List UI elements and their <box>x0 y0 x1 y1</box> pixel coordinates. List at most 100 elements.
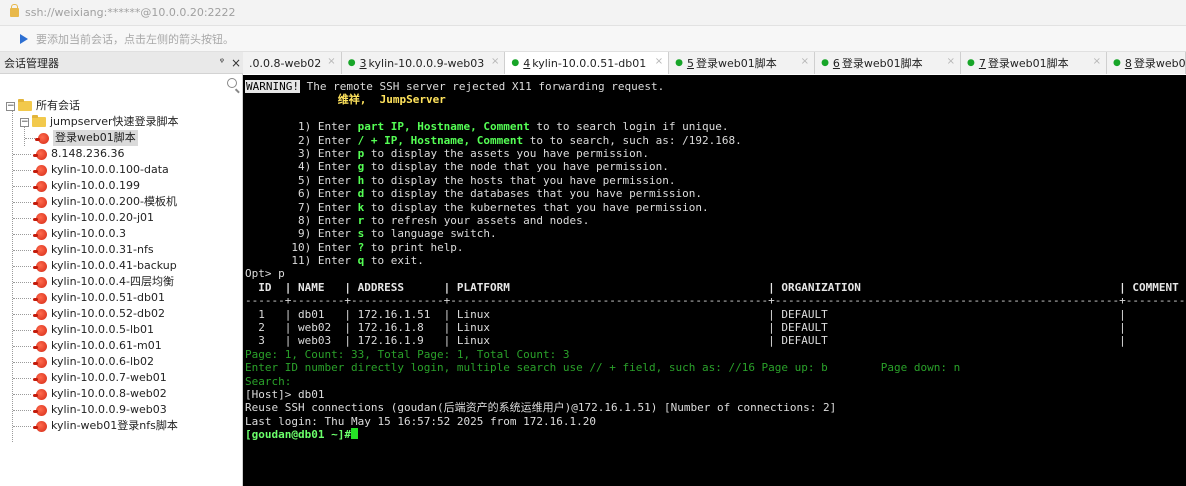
close-tab-icon[interactable]: × <box>947 56 955 67</box>
host-prompt-line: [Host]> db01 <box>245 387 325 401</box>
menu-text: to to search, such as: /192.168. <box>523 133 742 147</box>
tree-item-label: kylin-10.0.0.7-web01 <box>51 371 167 384</box>
session-tab[interactable]: ● 5 登录web01脚本 × <box>669 52 816 74</box>
tab-label: kylin-10.0.0.51-db01 <box>532 56 647 70</box>
tree-item-session[interactable]: kylin-10.0.0.5-lb01 <box>33 322 155 338</box>
session-icon <box>33 340 47 352</box>
menu-line: 3) Enter p to display the assets you hav… <box>245 147 1186 160</box>
lock-icon <box>10 4 19 17</box>
tree-item-session[interactable]: kylin-10.0.0.7-web01 <box>33 370 167 386</box>
close-panel-icon[interactable]: × <box>229 56 243 70</box>
tree-folder-jumpserver[interactable]: − jumpserver快速登录脚本 <box>20 114 179 130</box>
terminal[interactable]: WARNING! The remote SSH server rejected … <box>243 75 1186 486</box>
tree-item-label: kylin-10.0.0.41-backup <box>51 259 177 272</box>
session-tab[interactable]: ● 6 登录web01脚本 × <box>815 52 962 74</box>
tab-label: .0.0.8-web02 <box>249 56 322 70</box>
tree-item-session[interactable]: kylin-10.0.0.9-web03 <box>33 402 167 418</box>
tree-item-session[interactable]: kylin-10.0.0.100-data <box>33 162 169 178</box>
session-icon <box>33 180 47 192</box>
menu-text: 1) Enter <box>245 120 358 134</box>
tree-item-session[interactable]: kylin-10.0.0.200-模板机 <box>33 194 177 210</box>
tree-item-label: 登录web01脚本 <box>53 130 138 146</box>
menu-line: 11) Enter q to exit. <box>245 254 1186 267</box>
tree-item-session[interactable]: kylin-10.0.0.31-nfs <box>33 242 154 258</box>
tree-item-session[interactable]: 8.148.236.36 <box>33 146 124 162</box>
session-search-row[interactable] <box>0 74 242 94</box>
greeting-line: 维祥, JumpServer <box>245 93 446 107</box>
connected-status-icon: ● <box>1113 58 1121 68</box>
tree-branch <box>13 330 31 331</box>
reuse-connection-line: Reuse SSH connections (goudan(后端资产的系统运维用… <box>245 401 837 415</box>
session-icon <box>33 276 47 288</box>
tree-item-label: kylin-10.0.0.4-四层均衡 <box>51 275 174 288</box>
session-icon <box>33 196 47 208</box>
warning-tag: WARNING! <box>245 80 300 93</box>
session-icon <box>33 324 47 336</box>
connected-status-icon: ● <box>347 58 356 68</box>
tree-branch <box>13 250 31 251</box>
tree-root-label: 所有会话 <box>36 99 80 112</box>
shell-prompt-line[interactable]: [goudan@db01 ~]# <box>245 428 1186 441</box>
tree-branch <box>13 186 31 187</box>
search-icon[interactable] <box>227 78 237 88</box>
tab-number: 6 <box>832 56 840 70</box>
session-tab[interactable]: ● 8 登录web0 <box>1107 52 1186 74</box>
address-bar[interactable]: ssh://weixiang:******@10.0.0.20:2222 <box>0 0 1186 26</box>
menu-line: 2) Enter / + IP, Hostname, Comment to to… <box>245 134 1186 147</box>
close-tab-icon[interactable]: × <box>655 56 663 67</box>
collapse-icon[interactable]: − <box>6 101 15 111</box>
tab-number: 4 <box>523 56 531 70</box>
menu-text: 4) Enter <box>245 160 358 174</box>
menu-text: to print help. <box>364 240 464 254</box>
tree-item-session[interactable]: kylin-10.0.0.8-web02 <box>33 386 167 402</box>
connected-status-icon: ● <box>821 58 829 68</box>
tab-label: 登录web01脚本 <box>841 57 923 70</box>
tree-item-session[interactable]: kylin-10.0.0.6-lb02 <box>33 354 154 370</box>
tree-item-session[interactable]: kylin-10.0.0.4-四层均衡 <box>33 274 174 290</box>
tree-item-session[interactable]: kylin-10.0.0.51-db01 <box>33 290 165 306</box>
session-icon <box>33 164 47 176</box>
tree-branch <box>13 394 31 395</box>
tab-number: 3 <box>359 56 367 70</box>
menu-line: 1) Enter part IP, Hostname, Comment to t… <box>245 120 1186 133</box>
tree-item-session[interactable]: kylin-10.0.0.199 <box>33 178 141 194</box>
session-tab[interactable]: .0.0.8-web02 × <box>243 52 342 74</box>
folder-icon <box>32 115 46 127</box>
page-info-line: Page: 1, Count: 33, Total Page: 1, Total… <box>245 347 570 361</box>
tree-item-session[interactable]: kylin-10.0.0.61-m01 <box>33 338 162 354</box>
session-tab[interactable]: ● 7 登录web01脚本 × <box>961 52 1107 74</box>
tree-branch <box>13 170 31 171</box>
tree-root-all-sessions[interactable]: − 所有会话 <box>6 98 80 114</box>
session-icon <box>33 404 47 416</box>
menu-text: to display the hosts that you have permi… <box>364 173 676 187</box>
menu-text: to display the node that you have permis… <box>364 160 669 174</box>
tree-branch <box>13 362 31 363</box>
add-session-arrow-icon[interactable] <box>20 33 28 44</box>
folder-icon <box>18 99 32 111</box>
menu-text: 11) Enter <box>245 254 358 268</box>
tree-item-session[interactable]: kylin-web01登录nfs脚本 <box>33 418 178 434</box>
table-row: 1 | db01 | 172.16.1.51 | Linux | DEFAULT… <box>245 307 1126 321</box>
tree-item-label: kylin-10.0.0.199 <box>51 179 141 192</box>
tree-item-session[interactable]: kylin-10.0.0.3 <box>33 226 126 242</box>
hint-bar: 要添加当前会话，点击左侧的箭头按钮。 <box>0 26 1186 52</box>
tree-item-session[interactable]: kylin-10.0.0.41-backup <box>33 258 177 274</box>
tree-item-label: kylin-10.0.0.61-m01 <box>51 339 162 352</box>
menu-text: 3) Enter <box>245 146 358 160</box>
close-tab-icon[interactable]: × <box>491 56 499 67</box>
close-tab-icon[interactable]: × <box>801 56 809 67</box>
tree-folder-label: jumpserver快速登录脚本 <box>50 115 179 128</box>
tree-item-label: kylin-10.0.0.5-lb01 <box>51 323 155 336</box>
tree-item-session[interactable]: kylin-10.0.0.52-db02 <box>33 306 165 322</box>
close-tab-icon[interactable]: × <box>1093 56 1101 67</box>
collapse-icon[interactable]: − <box>20 117 29 127</box>
tree-item-login-web01-script[interactable]: 登录web01脚本 <box>35 130 138 146</box>
session-tab[interactable]: ● 4 kylin-10.0.0.51-db01 × <box>505 52 670 74</box>
session-icon <box>33 244 47 256</box>
close-tab-icon[interactable]: × <box>327 56 335 67</box>
tree-item-session[interactable]: kylin-10.0.0.20-j01 <box>33 210 154 226</box>
menu-line: 4) Enter g to display the node that you … <box>245 160 1186 173</box>
tree-branch <box>13 154 31 155</box>
pin-icon[interactable]: ᵠ <box>215 57 229 68</box>
session-tab[interactable]: ● 3 kylin-10.0.0.9-web03 × <box>341 52 506 74</box>
